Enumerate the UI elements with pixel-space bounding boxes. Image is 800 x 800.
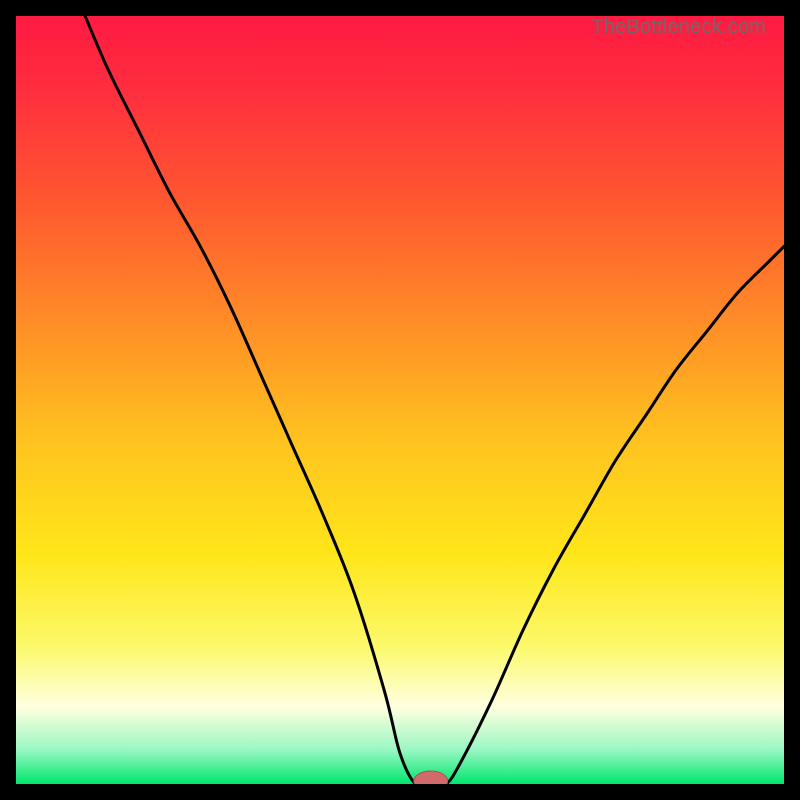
chart-frame: TheBottleneck.com [16,16,784,784]
bottleneck-plot [16,16,784,784]
watermark-text: TheBottleneck.com [591,16,766,39]
gradient-background [16,16,784,784]
